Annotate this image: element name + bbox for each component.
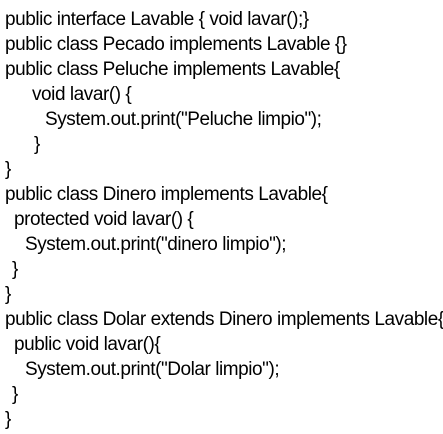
code-line-3: public class Peluche implements Lavable{ — [5, 59, 340, 80]
code-line-4: void lavar() { — [32, 84, 132, 105]
code-listing: public interface Lavable { void lavar();… — [0, 0, 443, 434]
code-line-1: public interface Lavable { void lavar();… — [5, 9, 309, 30]
code-line-13: public class Dolar extends Dinero implem… — [5, 309, 443, 330]
code-line-6: } — [34, 134, 40, 155]
code-line-15: System.out.print("Dolar limpio"); — [25, 359, 280, 380]
code-line-16: } — [12, 384, 18, 405]
code-line-5: System.out.print("Peluche limpio"); — [45, 109, 322, 130]
code-line-12: } — [5, 284, 11, 305]
code-line-2: public class Pecado implements Lavable {… — [5, 34, 347, 55]
code-line-7: } — [5, 159, 11, 180]
code-line-17: } — [5, 409, 11, 430]
code-line-9: protected void lavar() { — [14, 209, 194, 230]
code-line-8: public class Dinero implements Lavable{ — [5, 184, 328, 205]
code-line-10: System.out.print("dinero limpio"); — [25, 234, 287, 255]
code-line-11: } — [12, 259, 18, 280]
code-line-14: public void lavar(){ — [14, 334, 161, 355]
